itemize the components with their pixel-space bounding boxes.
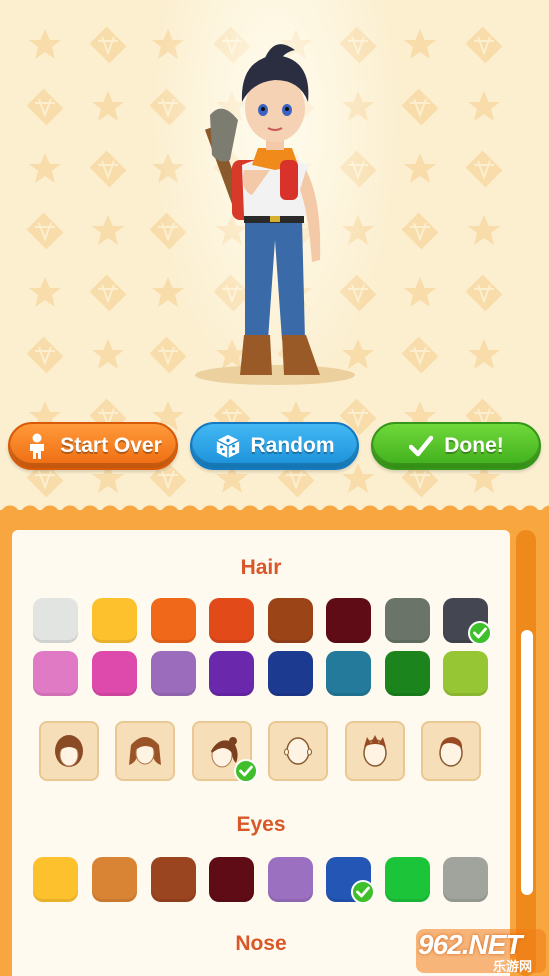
avatar-character <box>195 44 355 385</box>
random-label: Random <box>250 434 335 457</box>
hair-color-swatch[interactable] <box>443 651 488 696</box>
eye-color-swatch[interactable] <box>385 857 430 902</box>
eye-color-swatch[interactable] <box>151 857 196 902</box>
eye-color-swatch[interactable] <box>443 857 488 902</box>
hair-style-option[interactable] <box>39 721 99 781</box>
checkmark-icon <box>408 433 434 459</box>
hair-color-swatch[interactable] <box>209 598 254 643</box>
done-label: Done! <box>444 434 504 457</box>
hair-color-swatch[interactable] <box>209 651 254 696</box>
hair-color-swatch[interactable] <box>92 651 137 696</box>
short-hair-icon <box>431 729 471 774</box>
hair-color-swatch[interactable] <box>92 598 137 643</box>
bob-hair-icon <box>49 729 89 774</box>
spiky-hair-icon <box>355 729 395 774</box>
hair-color-swatch[interactable] <box>151 651 196 696</box>
selected-check-icon <box>468 621 492 645</box>
hair-color-swatch[interactable] <box>268 651 313 696</box>
dice-icon <box>215 433 241 459</box>
hair-style-option[interactable] <box>115 721 175 781</box>
start-over-label: Start Over <box>60 434 162 457</box>
hair-color-swatch[interactable] <box>385 651 430 696</box>
section-title-eyes: Eyes <box>236 813 286 836</box>
hair-color-swatch[interactable] <box>151 598 196 643</box>
hair-color-swatch[interactable] <box>385 598 430 643</box>
eye-color-swatch[interactable] <box>92 857 137 902</box>
eye-color-swatch[interactable] <box>268 857 313 902</box>
hair-color-swatch[interactable] <box>33 598 78 643</box>
wavy-hair-icon <box>125 729 165 774</box>
section-title-hair: Hair <box>240 556 282 579</box>
selected-check-icon <box>234 759 258 783</box>
eye-color-swatch[interactable] <box>33 857 78 902</box>
start-over-button[interactable]: Start Over <box>8 422 178 470</box>
hair-color-swatch[interactable] <box>268 598 313 643</box>
hair-style-option[interactable] <box>421 721 481 781</box>
selected-check-icon <box>351 880 375 904</box>
random-button[interactable]: Random <box>190 422 359 470</box>
done-button[interactable]: Done! <box>371 422 541 470</box>
eye-color-swatch[interactable] <box>209 857 254 902</box>
watermark-subtext: 乐游网 <box>493 960 533 975</box>
scallop-edge <box>0 503 549 517</box>
bald-icon <box>278 729 318 774</box>
hair-color-swatch[interactable] <box>326 651 371 696</box>
hair-style-option[interactable] <box>268 721 328 781</box>
hair-color-swatch[interactable] <box>326 598 371 643</box>
person-icon <box>24 433 50 459</box>
scrollbar-thumb[interactable] <box>521 630 533 895</box>
hair-color-swatch[interactable] <box>33 651 78 696</box>
hair-style-option[interactable] <box>345 721 405 781</box>
